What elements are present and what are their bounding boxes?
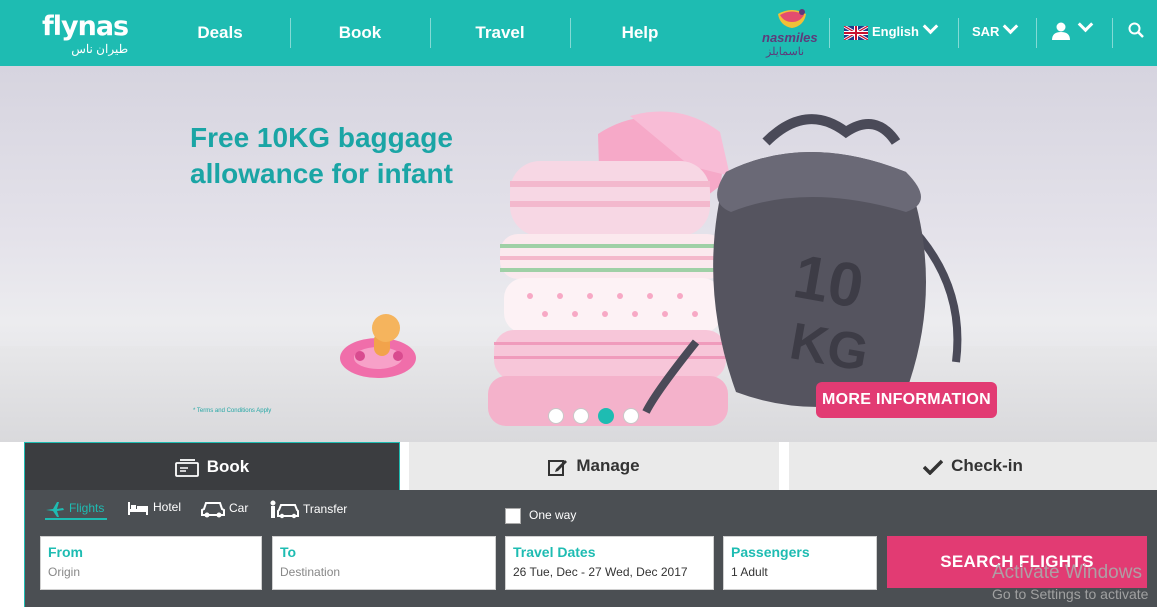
bed-icon <box>128 501 148 515</box>
logo-arabic-text: طيران ناس <box>71 42 129 56</box>
banner-headline-line2: allowance for infant <box>190 158 453 189</box>
chevron-down-icon <box>922 18 939 35</box>
windows-activation-subtext: Go to Settings to activate <box>992 586 1149 602</box>
chevron-down-icon <box>1003 18 1019 35</box>
from-label: From <box>48 544 83 560</box>
flynas-logo[interactable]: flynas طيران ناس <box>42 11 129 56</box>
nav-book[interactable]: Book <box>310 0 410 66</box>
passengers-label: Passengers <box>731 544 810 560</box>
uk-flag-icon <box>843 24 869 41</box>
booking-tabs: Book Manage Check-in <box>24 442 1157 491</box>
terms-note: * Terms and Conditions Apply <box>193 408 272 414</box>
subtab-flights-label: Flights <box>69 501 105 516</box>
nav-divider <box>430 18 431 48</box>
tab-checkin[interactable]: Check-in <box>789 442 1157 490</box>
bag-10-text: 10 <box>789 242 869 322</box>
subtab-flights[interactable]: Flights <box>45 500 104 518</box>
travel-dates-value: 26 Tue, Dec - 27 Wed, Dec 2017 <box>513 565 688 579</box>
nav-divider <box>1036 18 1037 48</box>
nav-deals[interactable]: Deals <box>170 0 270 66</box>
booking-panel: Flights Hotel Car Transfer One way From … <box>24 490 1157 607</box>
user-icon <box>1052 22 1070 40</box>
nasmiles-logo[interactable]: nasmiles ناسمايلز <box>760 8 822 60</box>
nav-divider <box>290 18 291 48</box>
car-icon <box>201 502 225 518</box>
to-field[interactable]: To Destination <box>272 536 496 590</box>
tab-checkin-label: Check-in <box>951 456 1023 475</box>
logo-text: flynas <box>42 11 129 42</box>
travel-dates-field[interactable]: Travel Dates 26 Tue, Dec - 27 Wed, Dec 2… <box>505 536 714 590</box>
nav-divider <box>1112 18 1113 48</box>
nav-travel[interactable]: Travel <box>450 0 550 66</box>
checkmark-icon <box>923 459 944 475</box>
pacifier-image <box>340 314 416 378</box>
transfer-icon <box>270 500 299 519</box>
nav-divider <box>829 18 830 48</box>
one-way-checkbox[interactable] <box>505 508 521 524</box>
windows-activation-watermark: Activate Windows <box>992 562 1142 583</box>
top-navigation-bar: flynas طيران ناس Deals Book Travel Help … <box>0 0 1157 67</box>
carousel-dot[interactable] <box>623 408 639 424</box>
subtab-car-label: Car <box>229 501 249 516</box>
edit-icon <box>548 459 568 476</box>
subtab-hotel[interactable]: Hotel <box>127 500 181 515</box>
banner-headline-line1: Free 10KG baggage <box>190 122 453 153</box>
to-label: To <box>280 544 297 560</box>
from-field[interactable]: From Origin <box>40 536 262 590</box>
knitted-bag-image: 10 KG <box>642 114 962 414</box>
from-placeholder: Origin <box>48 565 81 579</box>
one-way-option[interactable]: One way <box>505 508 576 524</box>
more-information-button[interactable]: MORE INFORMATION <box>816 382 997 418</box>
carousel-dot[interactable] <box>573 408 589 424</box>
airplane-icon <box>46 502 64 517</box>
currency-label: SAR <box>972 24 1000 39</box>
one-way-label: One way <box>529 508 577 523</box>
promo-banner: Free 10KG baggage allowance for infant *… <box>0 66 1157 442</box>
subtab-hotel-label: Hotel <box>153 500 182 514</box>
banner-headline: Free 10KG baggage allowance for infant <box>190 120 453 192</box>
subtab-transfer[interactable]: Transfer <box>269 500 347 520</box>
language-label: English <box>872 24 919 39</box>
nav-divider <box>958 18 959 48</box>
nasmiles-smile-icon <box>778 9 806 28</box>
nasmiles-arabic-text: ناسمايلز <box>766 46 805 58</box>
tab-manage[interactable]: Manage <box>409 442 779 490</box>
active-subtab-underline <box>45 518 107 520</box>
ticket-icon <box>174 458 199 477</box>
account-menu[interactable] <box>1052 17 1094 40</box>
tab-book-label: Book <box>206 457 250 476</box>
subtab-car[interactable]: Car <box>201 500 248 518</box>
carousel-dot-active[interactable] <box>598 408 614 424</box>
tab-book[interactable]: Book <box>24 442 400 491</box>
passengers-field[interactable]: Passengers 1 Adult <box>723 536 877 590</box>
travel-dates-label: Travel Dates <box>513 544 596 560</box>
currency-selector[interactable]: SAR <box>972 18 1019 39</box>
subtab-transfer-label: Transfer <box>303 502 348 517</box>
nav-help[interactable]: Help <box>590 0 690 66</box>
tab-manage-label: Manage <box>576 456 640 475</box>
nasmiles-text: nasmiles <box>762 30 818 45</box>
chevron-down-icon <box>1077 17 1094 33</box>
carousel-dot[interactable] <box>548 408 564 424</box>
to-placeholder: Destination <box>280 565 341 579</box>
language-selector[interactable]: English <box>843 18 939 41</box>
search-icon[interactable] <box>1128 22 1144 38</box>
nav-divider <box>570 18 571 48</box>
passengers-value: 1 Adult <box>731 565 768 579</box>
